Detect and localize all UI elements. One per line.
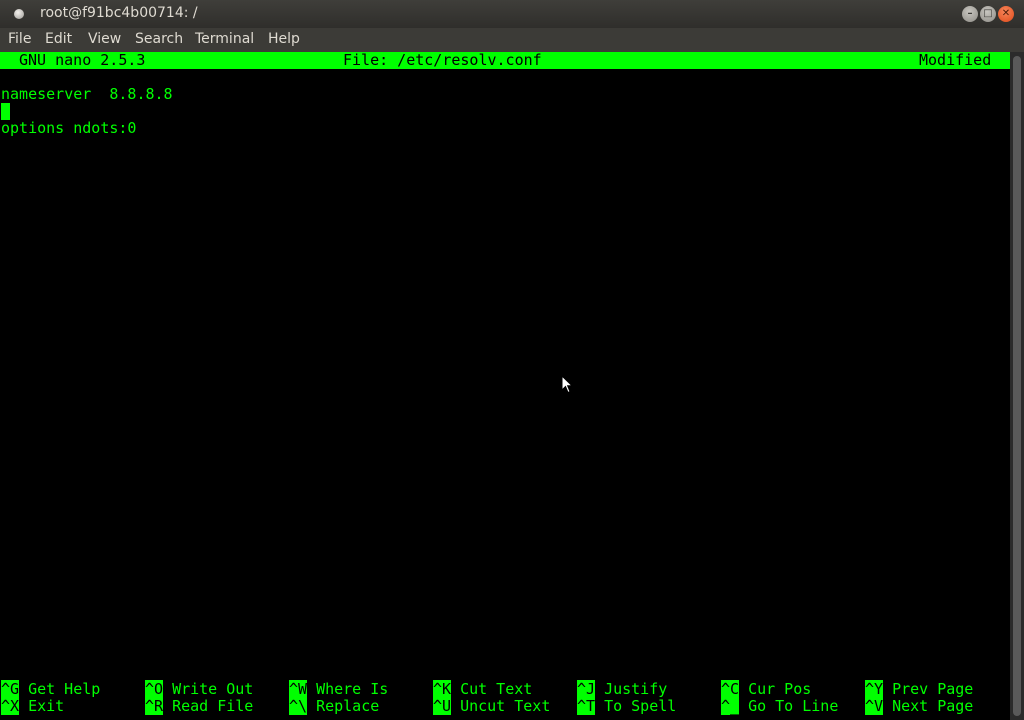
shortcut-label: Uncut Text — [460, 697, 551, 715]
shortcut-replace: ^\ Replace — [289, 697, 380, 715]
shortcut-get-help: ^G Get Help — [1, 680, 101, 698]
shortcut-key: ^X — [1, 697, 20, 715]
menu-terminal[interactable]: Terminal — [195, 31, 254, 47]
shortcut-go-to-line: ^_ Go To Line — [721, 697, 839, 715]
nano-filename: File: /etc/resolv.conf — [343, 51, 542, 69]
shortcut-key: ^\ — [289, 697, 308, 715]
mouse-pointer-icon — [561, 375, 573, 394]
terminal-area[interactable]: GNU nano 2.5.3 File: /etc/resolv.conf Mo… — [0, 52, 1010, 720]
shortcut-label: Get Help — [28, 680, 101, 698]
shortcut-label: Exit — [28, 697, 65, 715]
shortcut-next-page: ^V Next Page — [865, 697, 974, 715]
shortcut-exit: ^X Exit — [1, 697, 65, 715]
menu-file[interactable]: File — [8, 31, 31, 47]
menu-view[interactable]: View — [88, 31, 121, 47]
shortcut-label: Cut Text — [460, 680, 533, 698]
shortcut-key: ^O — [145, 680, 164, 698]
menu-edit[interactable]: Edit — [45, 31, 72, 47]
shortcut-label: Write Out — [172, 680, 254, 698]
shortcut-key: ^G — [1, 680, 20, 698]
window-title: root@f91bc4b00714: / — [40, 5, 198, 21]
close-button[interactable]: ✕ — [998, 6, 1014, 22]
shortcut-label: Read File — [172, 697, 254, 715]
nano-header-bar: GNU nano 2.5.3 File: /etc/resolv.conf Mo… — [0, 52, 1010, 69]
terminal-scrollbar[interactable] — [1010, 52, 1024, 720]
shortcut-label: Where Is — [316, 680, 389, 698]
shortcut-key: ^R — [145, 697, 164, 715]
shortcut-cut-text: ^K Cut Text — [433, 680, 533, 698]
shortcut-where-is: ^W Where Is — [289, 680, 389, 698]
nano-status-flag: Modified — [919, 51, 992, 69]
menu-help[interactable]: Help — [268, 31, 300, 47]
shortcut-label: Go To Line — [748, 697, 839, 715]
shortcut-key: ^K — [433, 680, 452, 698]
shortcut-key: ^V — [865, 697, 884, 715]
text-cursor — [1, 103, 10, 120]
shortcut-key: ^U — [433, 697, 452, 715]
shortcut-key: ^J — [577, 680, 596, 698]
shortcut-key: ^T — [577, 697, 596, 715]
minimize-button[interactable]: – — [962, 6, 978, 22]
menu-search[interactable]: Search — [135, 31, 183, 47]
window-titlebar[interactable]: root@f91bc4b00714: / – □ ✕ — [0, 0, 1024, 28]
shortcut-label: Cur Pos — [748, 680, 812, 698]
shortcut-justify: ^J Justify — [577, 680, 668, 698]
shortcut-label: Justify — [604, 680, 668, 698]
shortcut-label: Replace — [316, 697, 380, 715]
shortcut-label: To Spell — [604, 697, 677, 715]
shortcut-to-spell: ^T To Spell — [577, 697, 677, 715]
shortcut-uncut-text: ^U Uncut Text — [433, 697, 551, 715]
nano-version: GNU nano 2.5.3 — [19, 51, 146, 69]
shortcut-cur-pos: ^C Cur Pos — [721, 680, 812, 698]
file-line-3[interactable]: options ndots:0 — [1, 120, 136, 137]
file-line-1[interactable]: nameserver 8.8.8.8 — [1, 86, 173, 103]
terminal-app-icon — [14, 9, 24, 19]
shortcut-key: ^W — [289, 680, 308, 698]
maximize-button[interactable]: □ — [980, 6, 996, 22]
shortcut-key: ^_ — [721, 697, 740, 715]
shortcut-write-out: ^O Write Out — [145, 680, 254, 698]
shortcut-label: Prev Page — [892, 680, 974, 698]
shortcut-prev-page: ^Y Prev Page — [865, 680, 974, 698]
shortcut-label: Next Page — [892, 697, 974, 715]
menu-bar: File Edit View Search Terminal Help — [0, 28, 1024, 52]
scrollbar-thumb[interactable] — [1013, 56, 1021, 716]
shortcut-read-file: ^R Read File — [145, 697, 254, 715]
shortcut-key: ^C — [721, 680, 740, 698]
shortcut-key: ^Y — [865, 680, 884, 698]
